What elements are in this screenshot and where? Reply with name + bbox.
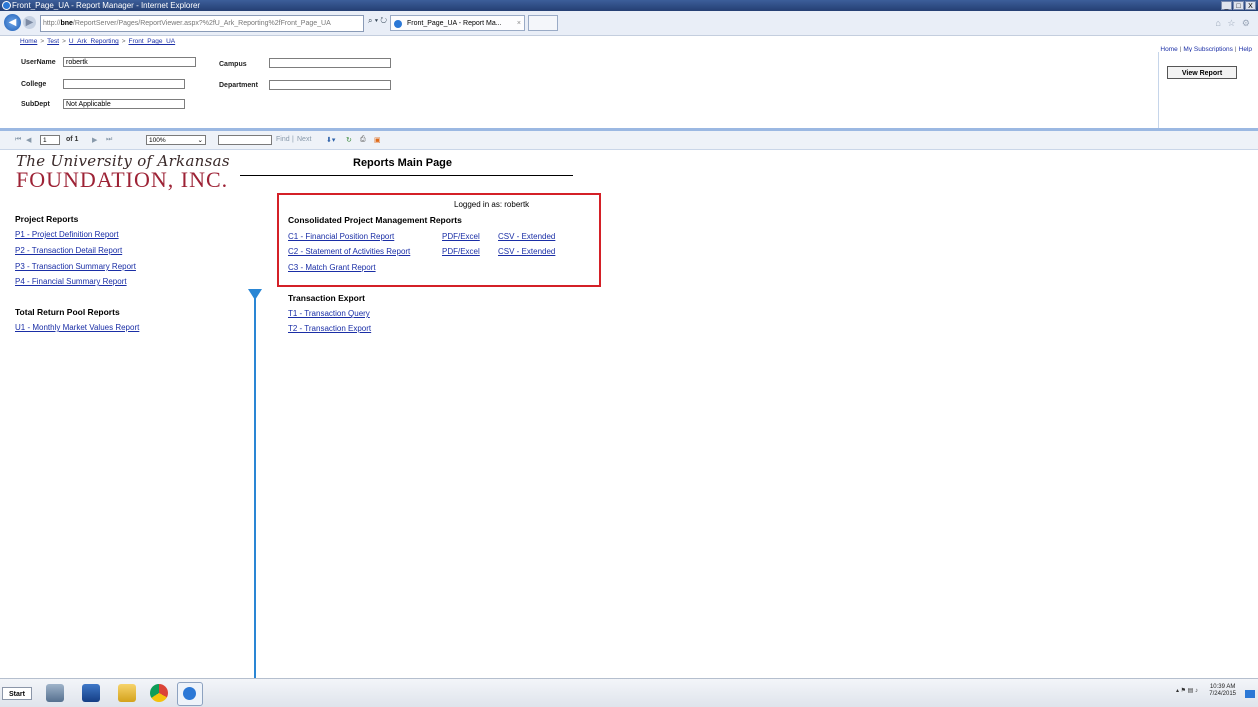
tab-label: Front_Page_UA - Report Ma... <box>407 20 502 27</box>
address-host: bne <box>60 20 73 27</box>
page-title: Reports Main Page <box>353 157 453 169</box>
window-title: Front_Page_UA - Report Manager - Interne… <box>12 1 201 10</box>
minimize-button[interactable]: _ <box>1221 1 1232 10</box>
home-favorites-tools-icons[interactable]: ⌂ ☆ ⚙ <box>1215 18 1252 29</box>
system-tray-icons[interactable]: ▴ ⚑ ▤ ♪ <box>1176 687 1198 694</box>
back-button[interactable]: ◀ <box>4 14 21 31</box>
university-of-arkansas-foundation-logo: The University of Arkansas FOUNDATION, I… <box>16 153 266 191</box>
report-parameters: UserName robertk Campus ⌄ College ⌄ Depa… <box>0 52 1160 128</box>
logged-in-status: Logged in as: robertk <box>454 200 530 209</box>
c1-pdf-excel-link[interactable]: PDF/Excel <box>442 232 480 241</box>
report-link-t2[interactable]: T2 - Transaction Export <box>288 324 371 333</box>
atom-feed-icon[interactable]: ▣ <box>374 136 381 144</box>
report-link-t1[interactable]: T1 - Transaction Query <box>288 309 370 318</box>
subdept-label: SubDept <box>21 101 50 108</box>
campus-select[interactable]: ⌄ <box>269 58 391 68</box>
last-page-icon[interactable]: ⏭ <box>106 136 112 144</box>
forward-button[interactable]: ▶ <box>23 16 36 29</box>
server-manager-icon[interactable] <box>46 684 64 702</box>
windows-taskbar: Start 10:39 AM 7/24/2015 ▴ ⚑ ▤ ♪ <box>0 678 1258 707</box>
previous-page-icon[interactable]: ◀ <box>26 136 31 144</box>
college-label: College <box>21 81 47 88</box>
report-link-p1[interactable]: P1 - Project Definition Report <box>15 230 119 239</box>
maximize-button[interactable]: □ <box>1233 1 1244 10</box>
page-count-label: of 1 <box>66 136 79 143</box>
zoom-value: 100% <box>149 137 166 144</box>
breadcrumb-front-page[interactable]: Front_Page_UA <box>129 38 176 45</box>
new-tab-button[interactable] <box>528 15 558 31</box>
view-report-button[interactable]: View Report <box>1167 66 1237 79</box>
campus-label: Campus <box>219 61 247 68</box>
department-label: Department <box>219 82 258 89</box>
subdept-select[interactable]: Not Applicable ⌄ <box>63 99 185 109</box>
browser-address-row: ◀ ▶ http://bne/ReportServer/Pages/Report… <box>0 11 1258 36</box>
start-button[interactable]: Start <box>2 687 32 700</box>
address-bar[interactable]: http://bne/ReportServer/Pages/ReportView… <box>40 15 364 32</box>
ie-logo-icon <box>183 687 196 700</box>
close-window-button[interactable]: X <box>1245 1 1256 10</box>
breadcrumb-separator: > <box>40 38 45 45</box>
clock-date: 7/24/2015 <box>1209 691 1236 697</box>
breadcrumb-separator: > <box>62 38 66 45</box>
tab-ie-icon <box>394 20 402 28</box>
breadcrumb-separator: > <box>121 38 126 45</box>
chrome-icon[interactable] <box>150 684 168 702</box>
college-select[interactable]: ⌄ <box>63 79 185 89</box>
annotation-arrow-head <box>248 289 262 300</box>
find-text-input[interactable] <box>218 135 272 145</box>
subdept-select-value: Not Applicable <box>66 101 111 108</box>
report-link-u1[interactable]: U1 - Monthly Market Values Report <box>15 323 139 332</box>
report-link-c1[interactable]: C1 - Financial Position Report <box>288 232 394 241</box>
browser-tab-active[interactable]: Front_Page_UA - Report Ma... × <box>390 15 525 31</box>
find-next-link[interactable]: Next <box>297 136 311 143</box>
system-clock[interactable]: 10:39 AM 7/24/2015 <box>1209 684 1236 698</box>
show-desktop-button[interactable] <box>1245 690 1255 698</box>
address-path: /ReportServer/Pages/ReportViewer.aspx?%2… <box>72 20 331 27</box>
breadcrumb-test[interactable]: Test <box>47 38 59 45</box>
page-number-input[interactable]: 1 <box>40 135 60 145</box>
report-toolbar: ⏮ ◀ 1 of 1 ▶ ⏭ 100% ⌄ Find | Next ⬇▾ ↻ ⎙… <box>0 131 1258 150</box>
breadcrumb: Home > Test > U_Ark_Reporting > Front_Page_UA <box>20 38 175 45</box>
breadcrumb-u-ark-reporting[interactable]: U_Ark_Reporting <box>69 38 119 45</box>
logo-foundation-line: FOUNDATION, INC. <box>16 167 229 192</box>
view-report-panel <box>1158 52 1258 128</box>
file-explorer-icon[interactable] <box>118 684 136 702</box>
find-link[interactable]: Find <box>276 136 290 143</box>
project-reports-heading: Project Reports <box>15 214 79 224</box>
report-link-p4[interactable]: P4 - Financial Summary Report <box>15 277 127 286</box>
chevron-down-icon: ⌄ <box>197 137 203 144</box>
c2-pdf-excel-link[interactable]: PDF/Excel <box>442 247 480 256</box>
find-separator: | <box>292 136 294 143</box>
window-controls: _ □ X <box>1221 1 1256 10</box>
header-rule <box>240 175 573 176</box>
first-page-icon[interactable]: ⏮ <box>15 136 21 144</box>
powershell-icon[interactable] <box>82 684 100 702</box>
window-title-bar: Front_Page_UA - Report Manager - Interne… <box>0 0 1258 11</box>
export-icon[interactable]: ⬇▾ <box>326 136 335 144</box>
total-return-pool-heading: Total Return Pool Reports <box>15 307 120 317</box>
report-link-c3[interactable]: C3 - Match Grant Report <box>288 263 376 272</box>
address-bar-icons[interactable]: ⌕ ▾ ↻ <box>368 16 387 26</box>
report-link-p3[interactable]: P3 - Transaction Summary Report <box>15 262 136 271</box>
refresh-icon[interactable]: ↻ <box>346 136 352 144</box>
next-page-icon[interactable]: ▶ <box>92 136 97 144</box>
report-link-p2[interactable]: P2 - Transaction Detail Report <box>15 246 122 255</box>
breadcrumb-home[interactable]: Home <box>20 38 37 45</box>
internet-explorer-taskbar-icon[interactable] <box>177 682 203 706</box>
transaction-export-heading: Transaction Export <box>288 293 365 303</box>
report-link-c2[interactable]: C2 - Statement of Activities Report <box>288 247 410 256</box>
username-field[interactable]: robertk <box>63 57 196 67</box>
tab-close-icon[interactable]: × <box>517 16 521 32</box>
clock-time: 10:39 AM <box>1209 684 1236 690</box>
ie-logo-icon <box>2 1 11 10</box>
consolidated-heading: Consolidated Project Management Reports <box>288 215 462 225</box>
c1-csv-extended-link[interactable]: CSV - Extended <box>498 232 555 241</box>
username-label: UserName <box>21 59 56 66</box>
c2-csv-extended-link[interactable]: CSV - Extended <box>498 247 555 256</box>
annotation-arrow-line <box>254 296 256 706</box>
print-icon[interactable]: ⎙ <box>360 136 366 144</box>
department-select[interactable]: ⌄ <box>269 80 391 90</box>
zoom-select[interactable]: 100% ⌄ <box>146 135 206 145</box>
